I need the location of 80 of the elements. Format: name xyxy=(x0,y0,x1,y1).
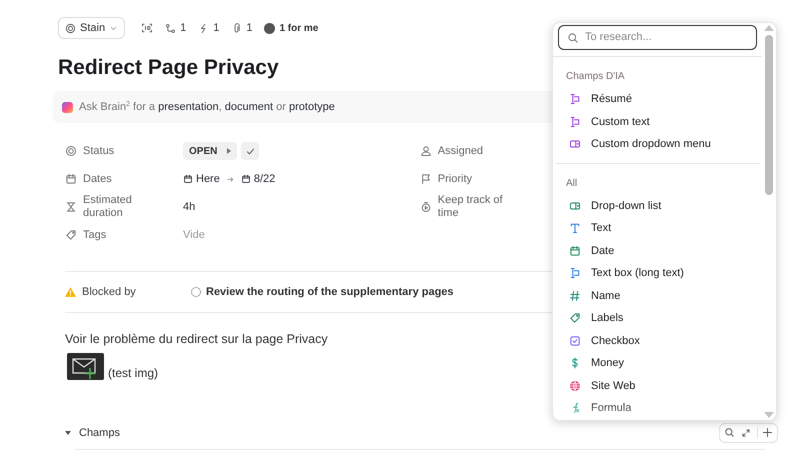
text-field-icon xyxy=(569,93,581,106)
field-type-item[interactable]: Formula xyxy=(553,397,762,420)
calendar-icon xyxy=(569,244,581,257)
description-text: Voir le problème du redirect sur la page Privacy xyxy=(65,331,328,348)
search-box[interactable]: To research... xyxy=(558,25,757,50)
count-button[interactable]: 1 xyxy=(198,20,220,36)
status-button[interactable]: Stain xyxy=(58,17,126,39)
text-field-icon xyxy=(569,116,581,128)
field-label: Tags xyxy=(83,228,108,242)
task-title: Redirect Page Privacy xyxy=(58,55,279,81)
field-label: Assigned xyxy=(438,144,484,158)
field-type-item[interactable]: Name xyxy=(553,284,762,307)
add-button[interactable] xyxy=(757,427,773,438)
expand-button[interactable] xyxy=(741,428,751,438)
field-type-item[interactable]: Labels xyxy=(553,307,762,330)
start-date[interactable]: Here xyxy=(183,170,220,188)
complete-button[interactable] xyxy=(241,142,260,160)
group-heading: Champs D'IA xyxy=(565,70,626,84)
field-type-item[interactable]: Résumé xyxy=(553,88,762,110)
dropdown-field-icon xyxy=(569,200,581,212)
calendar-icon xyxy=(65,173,77,185)
search-field[interactable]: To research... xyxy=(585,29,735,46)
status-icon xyxy=(65,145,77,157)
person-icon xyxy=(420,145,432,157)
scrollbar-thumb[interactable] xyxy=(765,35,773,195)
tags-field[interactable]: Vide xyxy=(183,226,303,244)
subtasks-icon xyxy=(165,22,176,34)
tag-icon xyxy=(569,312,581,324)
hash-icon xyxy=(569,290,581,302)
search-icon xyxy=(724,427,735,438)
field-type-item[interactable]: Site Web xyxy=(553,374,762,397)
flag-icon xyxy=(420,173,432,185)
field-value: 4h xyxy=(183,200,196,215)
brain-prompt: Ask Brain$^{2}$ for a presentation, document or prototype xyxy=(79,100,335,115)
count-button[interactable]: 1 xyxy=(231,20,252,36)
count-button[interactable]: 1 xyxy=(165,20,186,36)
sparkle-icon xyxy=(62,102,73,112)
field-type-item[interactable]: Checkbox xyxy=(553,330,762,352)
globe-icon xyxy=(569,380,581,392)
blocking-task-link[interactable]: Review the routing of the supplementary pages xyxy=(190,284,454,300)
field-type-item[interactable]: Drop-down list xyxy=(553,194,762,217)
tag-icon xyxy=(65,229,77,241)
field-type-item[interactable]: Text box (long text) xyxy=(553,262,762,284)
checkbox-icon xyxy=(569,334,581,347)
timer-icon xyxy=(420,201,432,213)
field-type-item[interactable]: Text xyxy=(553,217,762,240)
field-label: Keep track of time xyxy=(438,194,504,220)
dropdown-field-icon xyxy=(569,138,581,150)
dashed-circle-icon xyxy=(190,286,202,298)
id-icon xyxy=(141,22,154,34)
search-button[interactable] xyxy=(724,427,735,438)
arrow-right-icon xyxy=(226,174,235,184)
check-icon xyxy=(244,146,256,156)
assignee-filter[interactable]: 1 for me xyxy=(264,20,318,36)
field-label: Priority xyxy=(438,172,474,186)
text-icon xyxy=(569,222,581,234)
play-icon xyxy=(227,148,232,154)
field-type-item[interactable]: Custom text xyxy=(553,110,762,133)
field-label: Blocked by xyxy=(82,284,136,300)
field-label: Dates xyxy=(83,172,113,186)
field-label: Status xyxy=(83,144,116,158)
group-heading: All xyxy=(565,176,578,190)
calendar-icon xyxy=(183,174,193,184)
field-type-item[interactable]: Custom dropdown menu xyxy=(553,133,762,156)
search-icon xyxy=(567,32,579,44)
due-date[interactable]: 8/22 xyxy=(240,170,276,188)
target-icon xyxy=(65,22,76,34)
field-type-item[interactable]: Money xyxy=(553,352,762,374)
expand-icon xyxy=(741,428,751,438)
text-field-icon xyxy=(569,267,581,280)
warning-icon xyxy=(65,287,76,297)
field-type-item[interactable]: Date xyxy=(553,240,762,262)
plus-icon xyxy=(762,427,773,438)
calendar-icon xyxy=(240,174,251,184)
status-pill[interactable]: OPEN xyxy=(183,142,238,160)
section-toggle[interactable]: Champs xyxy=(65,424,120,441)
field-label: Estimated duration xyxy=(83,194,133,220)
image-caption: (test img) xyxy=(108,366,158,380)
hourglass-icon xyxy=(65,201,77,213)
avatar-icon xyxy=(264,22,276,34)
